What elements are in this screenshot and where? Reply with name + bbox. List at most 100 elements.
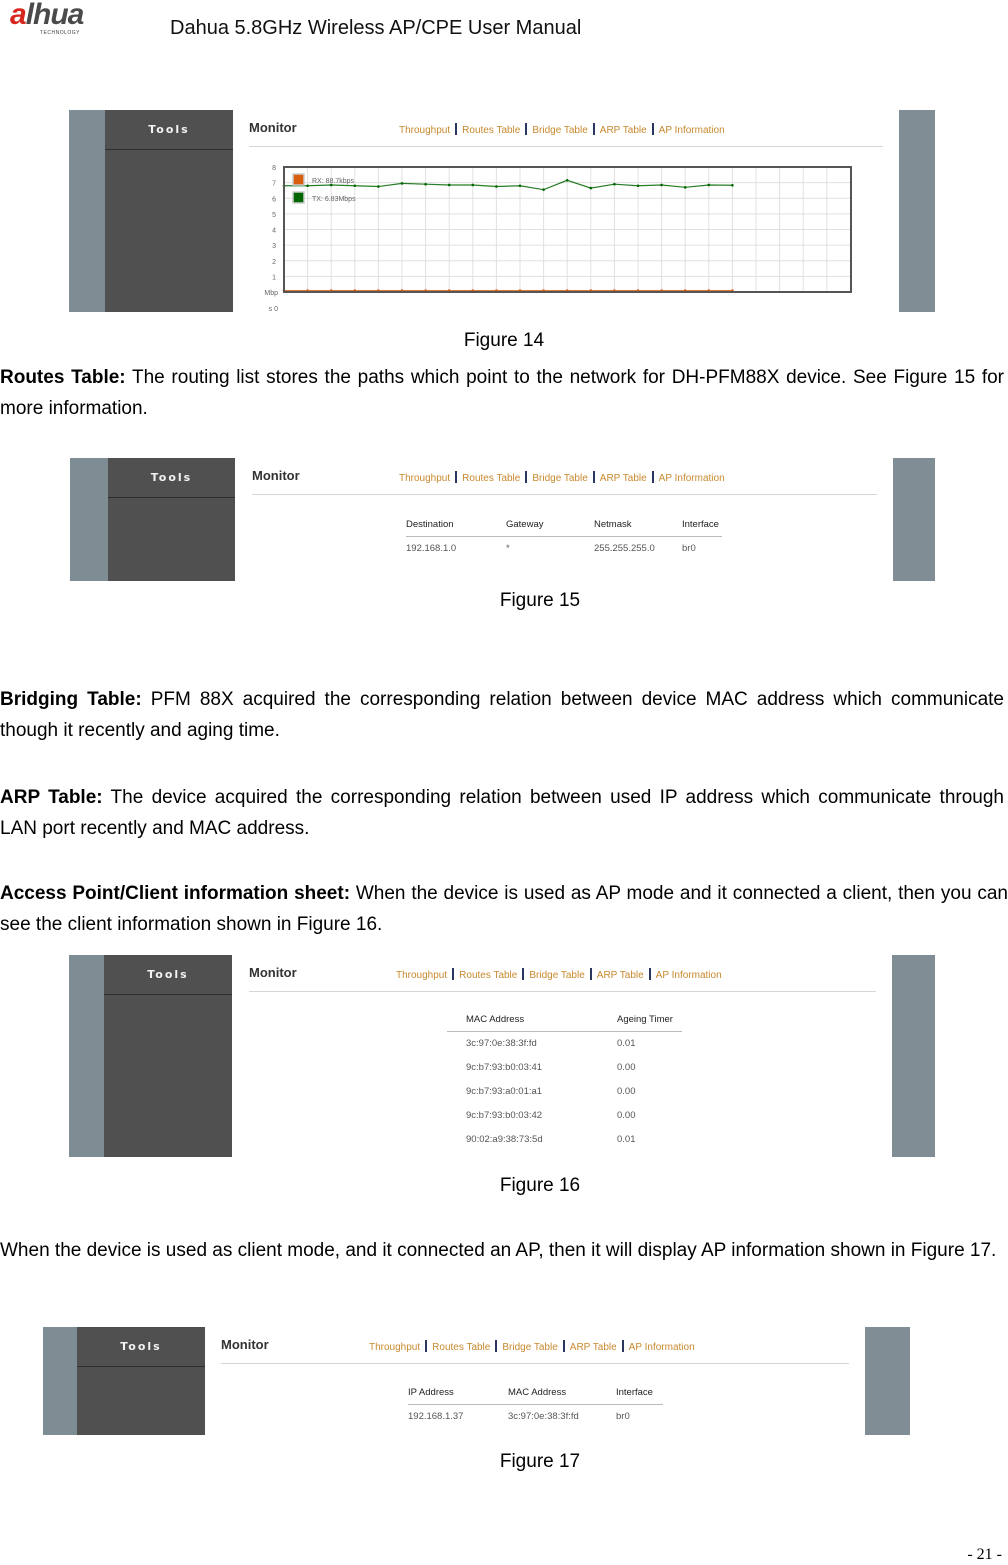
data-point-tx	[731, 183, 734, 187]
tab-separator	[589, 968, 592, 980]
tab-bridge-table[interactable]: Bridge Table	[502, 1342, 557, 1353]
data-point-tx	[660, 183, 663, 187]
tab-separator	[562, 1340, 565, 1352]
col-gateway: Gateway	[506, 519, 544, 530]
figure-16-caption: Figure 16	[499, 1175, 581, 1196]
tab-ap-information[interactable]: AP Information	[629, 1342, 695, 1353]
y-tick-label: 6	[272, 196, 276, 203]
logo-subtitle: TECHNOLOGY	[40, 30, 81, 36]
cell-mac-address: 3c:97:0e:38:3f:fd	[466, 1038, 537, 1049]
cell-mac-address: 90:02:a9:38:73:5d	[466, 1134, 543, 1145]
tab-arp-table[interactable]: ARP Table	[600, 473, 647, 484]
tab-arp-table[interactable]: ARP Table	[597, 970, 644, 981]
y-tick-label: 7	[272, 181, 276, 188]
cell-mac-address: 9c:b7:93:b0:03:42	[466, 1110, 543, 1121]
tab-ap-information[interactable]: AP Information	[659, 125, 725, 136]
col-interface: Interface	[616, 1387, 653, 1398]
client-mode-text: When the device is used as client mode, …	[0, 1240, 997, 1261]
table-row: 9c:b7:93:b0:03:41 0.00	[447, 1056, 682, 1080]
tools-sidebar: Tools	[104, 955, 232, 1157]
tools-sidebar-title[interactable]: Tools	[108, 458, 235, 498]
cell-mac-address: 9c:b7:93:a0:01:a1	[466, 1086, 543, 1097]
tab-separator	[621, 1340, 624, 1352]
arp-table-label: ARP Table:	[0, 787, 103, 808]
tab-arp-table[interactable]: ARP Table	[600, 125, 647, 136]
tab-ap-information[interactable]: AP Information	[659, 473, 725, 484]
header-divider	[249, 991, 876, 992]
tab-separator	[455, 123, 458, 135]
tab-separator	[592, 471, 595, 483]
arp-table-paragraph: ARP Table: The device acquired the corre…	[0, 782, 1004, 844]
monitor-panel: Monitor Throughput Routes Table Bridge Tab…	[249, 110, 883, 312]
ap-information-table: IP Address MAC Address Interface 192.168…	[408, 1381, 663, 1429]
throughput-chart: 8 7 6 5 4 3 2 1 Mbp s 0 RX: 88.7kbps TX: 6.83Mbps	[264, 165, 852, 312]
col-mac-address: MAC Address	[508, 1387, 567, 1398]
monitor-panel: Monitor Throughput Routes Table Bridge Tab…	[252, 458, 877, 581]
tab-separator	[651, 471, 654, 483]
tools-sidebar: Tools	[77, 1327, 205, 1435]
tools-sidebar-title[interactable]: Tools	[104, 955, 232, 995]
table-row: 9c:b7:93:a0:01:a1 0.00	[447, 1080, 682, 1104]
data-point-tx	[613, 182, 616, 186]
logo-mark: a	[10, 0, 27, 31]
data-point-tx	[400, 182, 404, 185]
tab-routes-table[interactable]: Routes Table	[462, 473, 520, 484]
cell-mac-address: 3c:97:0e:38:3f:fd	[508, 1411, 579, 1422]
data-point-tx	[636, 184, 640, 188]
tab-arp-table[interactable]: ARP Table	[570, 1342, 617, 1353]
cell-ageing-timer: 0.00	[617, 1062, 636, 1073]
figure-17-screenshot: Tools Monitor Throughput Routes Table Brid…	[43, 1327, 910, 1435]
routes-table-label: Routes Table:	[0, 367, 126, 388]
left-border-bar	[43, 1327, 77, 1435]
data-point-tx	[424, 182, 427, 186]
monitor-title: Monitor	[221, 1337, 269, 1352]
monitor-title: Monitor	[252, 468, 300, 483]
cell-ageing-timer: 0.00	[617, 1086, 636, 1097]
header-divider	[221, 1363, 849, 1364]
tab-bridge-table[interactable]: Bridge Table	[532, 125, 587, 136]
tab-bridge-table[interactable]: Bridge Table	[532, 473, 587, 484]
right-border-bar	[893, 458, 935, 581]
table-header-row: MAC Address Ageing Timer	[447, 1008, 682, 1032]
table-header-row: IP Address MAC Address Interface	[408, 1381, 663, 1405]
tab-ap-information[interactable]: AP Information	[656, 970, 722, 981]
tab-separator	[648, 968, 651, 980]
tab-separator	[452, 968, 455, 980]
data-point-tx	[447, 183, 451, 187]
table-row: 192.168.1.37 3c:97:0e:38:3f:fd br0	[408, 1405, 663, 1429]
tools-sidebar-title[interactable]: Tools	[105, 110, 233, 150]
tab-routes-table[interactable]: Routes Table	[432, 1342, 490, 1353]
bridge-table: MAC Address Ageing Timer 3c:97:0e:38:3f:…	[447, 1008, 682, 1152]
col-interface: Interface	[682, 519, 719, 530]
monitor-title: Monitor	[249, 965, 297, 980]
data-point-tx	[377, 185, 380, 188]
tools-sidebar-title[interactable]: Tools	[77, 1327, 205, 1367]
monitor-tabs: Throughput Routes Table Bridge Table ARP Ta…	[399, 123, 725, 136]
figure-17-caption: Figure 17	[499, 1451, 581, 1472]
page-header: alhua TECHNOLOGY Dahua 5.8GHz Wireless A…	[0, 0, 1008, 48]
tab-bridge-table[interactable]: Bridge Table	[529, 970, 584, 981]
col-netmask: Netmask	[594, 519, 632, 530]
tab-throughput[interactable]: Throughput	[396, 970, 447, 981]
tab-routes-table[interactable]: Routes Table	[459, 970, 517, 981]
tab-throughput[interactable]: Throughput	[399, 125, 450, 136]
figure-14-caption: Figure 14	[463, 330, 545, 351]
cell-mac-address: 9c:b7:93:b0:03:41	[466, 1062, 543, 1073]
monitor-tabs: Throughput Routes Table Bridge Table ARP Ta…	[369, 1340, 695, 1353]
tab-throughput[interactable]: Throughput	[399, 473, 450, 484]
routes-table: Destination Gateway Netmask Interface 19…	[406, 513, 722, 561]
right-border-bar	[892, 955, 935, 1157]
left-border-bar	[69, 110, 105, 312]
figure-15-caption: Figure 15	[499, 590, 581, 611]
left-border-bar	[69, 955, 104, 1157]
y-axis-unit-label: Mbp	[264, 290, 278, 297]
cell-gateway: *	[506, 543, 510, 554]
tab-routes-table[interactable]: Routes Table	[462, 125, 520, 136]
tab-separator	[425, 1340, 428, 1352]
tab-separator	[455, 471, 458, 483]
tab-throughput[interactable]: Throughput	[369, 1342, 420, 1353]
tab-separator	[522, 968, 525, 980]
y-tick-label: 1	[272, 274, 276, 281]
legend-label-tx: TX: 6.83Mbps	[312, 196, 356, 203]
client-mode-paragraph: When the device is used as client mode, …	[0, 1228, 1004, 1273]
